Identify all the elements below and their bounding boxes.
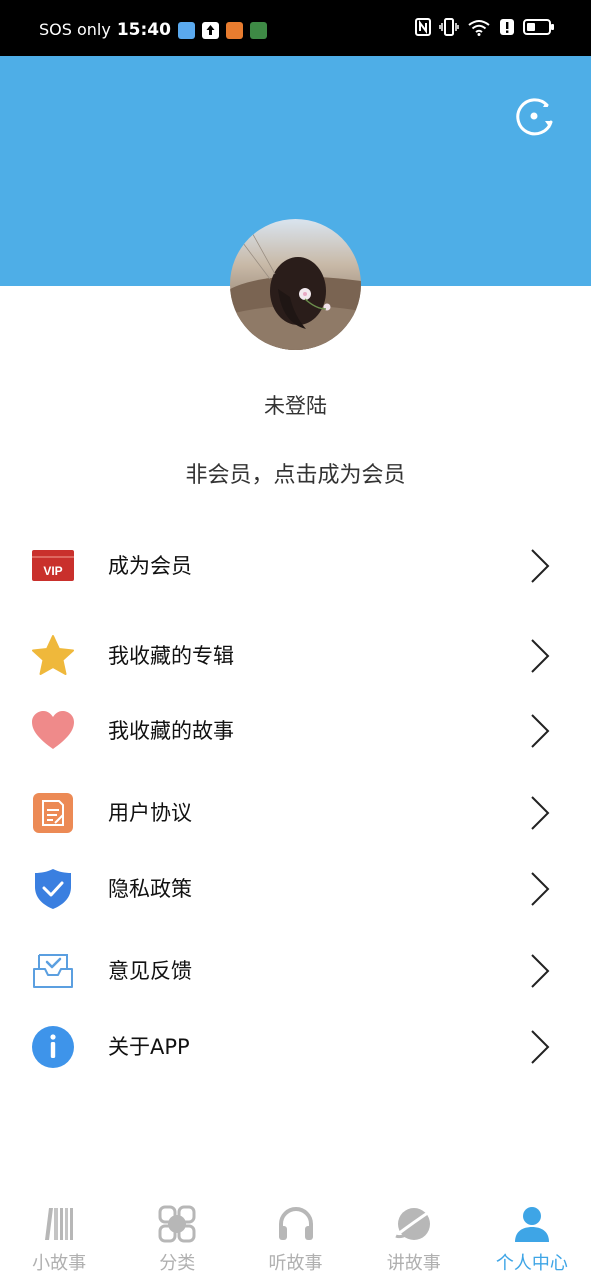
sync-icon <box>516 98 553 136</box>
alert-icon <box>500 19 514 35</box>
tab-listen[interactable]: 听故事 <box>236 1192 354 1280</box>
menu-item-feedback[interactable]: 意见反馈 <box>0 939 591 1003</box>
menu-item-favorite-stories[interactable]: 我收藏的故事 <box>0 699 591 763</box>
wifi-icon <box>468 20 490 36</box>
tab-label: 分类 <box>159 1253 196 1274</box>
books-icon <box>45 1208 74 1240</box>
chevron-right-icon <box>531 549 550 583</box>
chevron-right-icon <box>531 1030 550 1064</box>
grid-icon <box>158 1205 196 1243</box>
menu-item-label: 成为会员 <box>108 554 192 578</box>
menu-item-about-app[interactable]: 关于APP <box>0 1015 591 1079</box>
vibrate-icon <box>439 18 459 36</box>
tab-label: 讲故事 <box>386 1253 441 1274</box>
nfc-icon <box>415 18 431 36</box>
menu-item-label: 意见反馈 <box>108 959 192 983</box>
menu-item-label: 我收藏的故事 <box>108 719 234 743</box>
chevron-right-icon <box>531 872 550 906</box>
clock: 15:40 <box>116 20 171 40</box>
menu-item-favorite-albums[interactable]: 我收藏的专辑 <box>0 624 591 688</box>
username-label: 未登陆 <box>264 394 327 418</box>
avatar-image <box>230 219 361 350</box>
notification-app-icon <box>177 21 195 39</box>
game-notification-icon <box>249 21 267 39</box>
chevron-right-icon <box>531 714 550 748</box>
heart-icon <box>31 709 75 753</box>
carrier-text: SOS only <box>39 20 111 39</box>
news-notification-icon <box>225 21 243 39</box>
menu-item-label: 我收藏的专辑 <box>108 644 234 668</box>
battery-icon <box>523 19 554 35</box>
member-status-link[interactable]: 非会员，点击成为会员 <box>0 457 591 489</box>
vip-icon: VIP <box>31 544 75 588</box>
tab-label: 小故事 <box>32 1253 87 1274</box>
menu-item-label: 用户协议 <box>108 801 192 825</box>
menu-item-become-member[interactable]: VIP 成为会员 <box>0 534 591 598</box>
info-icon <box>31 1025 75 1069</box>
chevron-right-icon <box>531 954 550 988</box>
tab-label: 听故事 <box>268 1253 323 1274</box>
chevron-right-icon <box>531 639 550 673</box>
planet-icon <box>395 1208 433 1240</box>
vip-badge-text: VIP <box>43 564 62 578</box>
upload-notification-icon <box>201 21 219 39</box>
menu-item-label: 关于APP <box>108 1035 190 1059</box>
tab-profile[interactable]: 个人中心 <box>473 1192 591 1280</box>
status-left: SOS only 15:40 <box>39 20 267 40</box>
tab-label: 个人中心 <box>495 1253 568 1274</box>
status-bar: SOS only 15:40 <box>0 0 591 56</box>
tab-stories[interactable]: 小故事 <box>0 1192 118 1280</box>
menu-item-label: 隐私政策 <box>108 877 192 901</box>
inbox-icon <box>31 949 75 993</box>
shield-check-icon <box>31 867 75 911</box>
chevron-right-icon <box>531 796 550 830</box>
person-icon <box>514 1207 549 1242</box>
headphones-icon <box>278 1207 313 1240</box>
document-icon <box>31 791 75 835</box>
sync-button[interactable] <box>512 94 556 138</box>
tab-tell[interactable]: 讲故事 <box>355 1192 473 1280</box>
star-icon <box>31 634 75 678</box>
menu-item-privacy-policy[interactable]: 隐私政策 <box>0 857 591 921</box>
bottom-tab-bar: 小故事 分类 听故事 讲故事 个人中心 <box>0 1192 591 1280</box>
status-right <box>415 18 555 36</box>
avatar[interactable] <box>230 219 361 350</box>
menu-item-user-agreement[interactable]: 用户协议 <box>0 781 591 845</box>
tab-categories[interactable]: 分类 <box>118 1192 236 1280</box>
